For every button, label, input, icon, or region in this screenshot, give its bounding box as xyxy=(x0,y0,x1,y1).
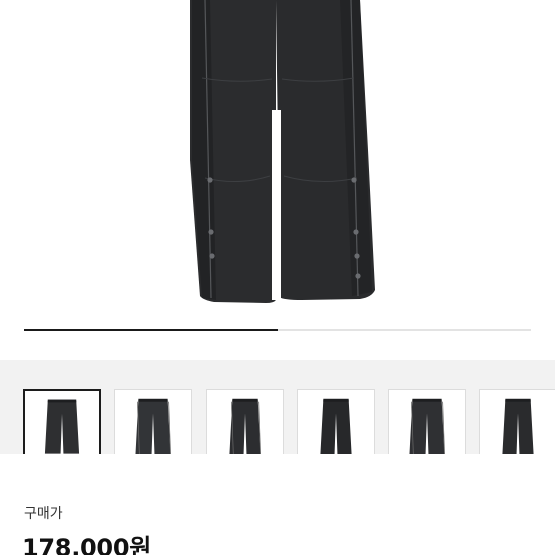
thumbnail-strip[interactable] xyxy=(0,360,555,454)
thumbnail-pants-icon xyxy=(409,398,445,454)
thumbnail-pants-icon xyxy=(44,399,80,454)
thumbnail-pants-icon xyxy=(229,398,261,454)
price-value: 178,000원 xyxy=(22,534,151,555)
pants-image xyxy=(190,0,375,303)
thumbnail-2[interactable] xyxy=(114,389,192,454)
thumbnail-5[interactable] xyxy=(388,389,466,454)
thumbnail-4[interactable] xyxy=(297,389,375,454)
thumbnail-pants-icon xyxy=(502,398,534,454)
thumbnail-pants-icon xyxy=(135,398,171,454)
thumbnail-6[interactable] xyxy=(479,389,555,454)
thumbnail-pants-icon xyxy=(320,398,352,454)
thumbnail-3[interactable] xyxy=(206,389,284,454)
gallery-progress-bar xyxy=(24,329,531,331)
product-main-image[interactable] xyxy=(0,0,555,358)
thumbnail-1[interactable] xyxy=(23,389,101,454)
gallery-progress-fill xyxy=(24,329,278,331)
price-label: 구매가 xyxy=(24,506,63,522)
